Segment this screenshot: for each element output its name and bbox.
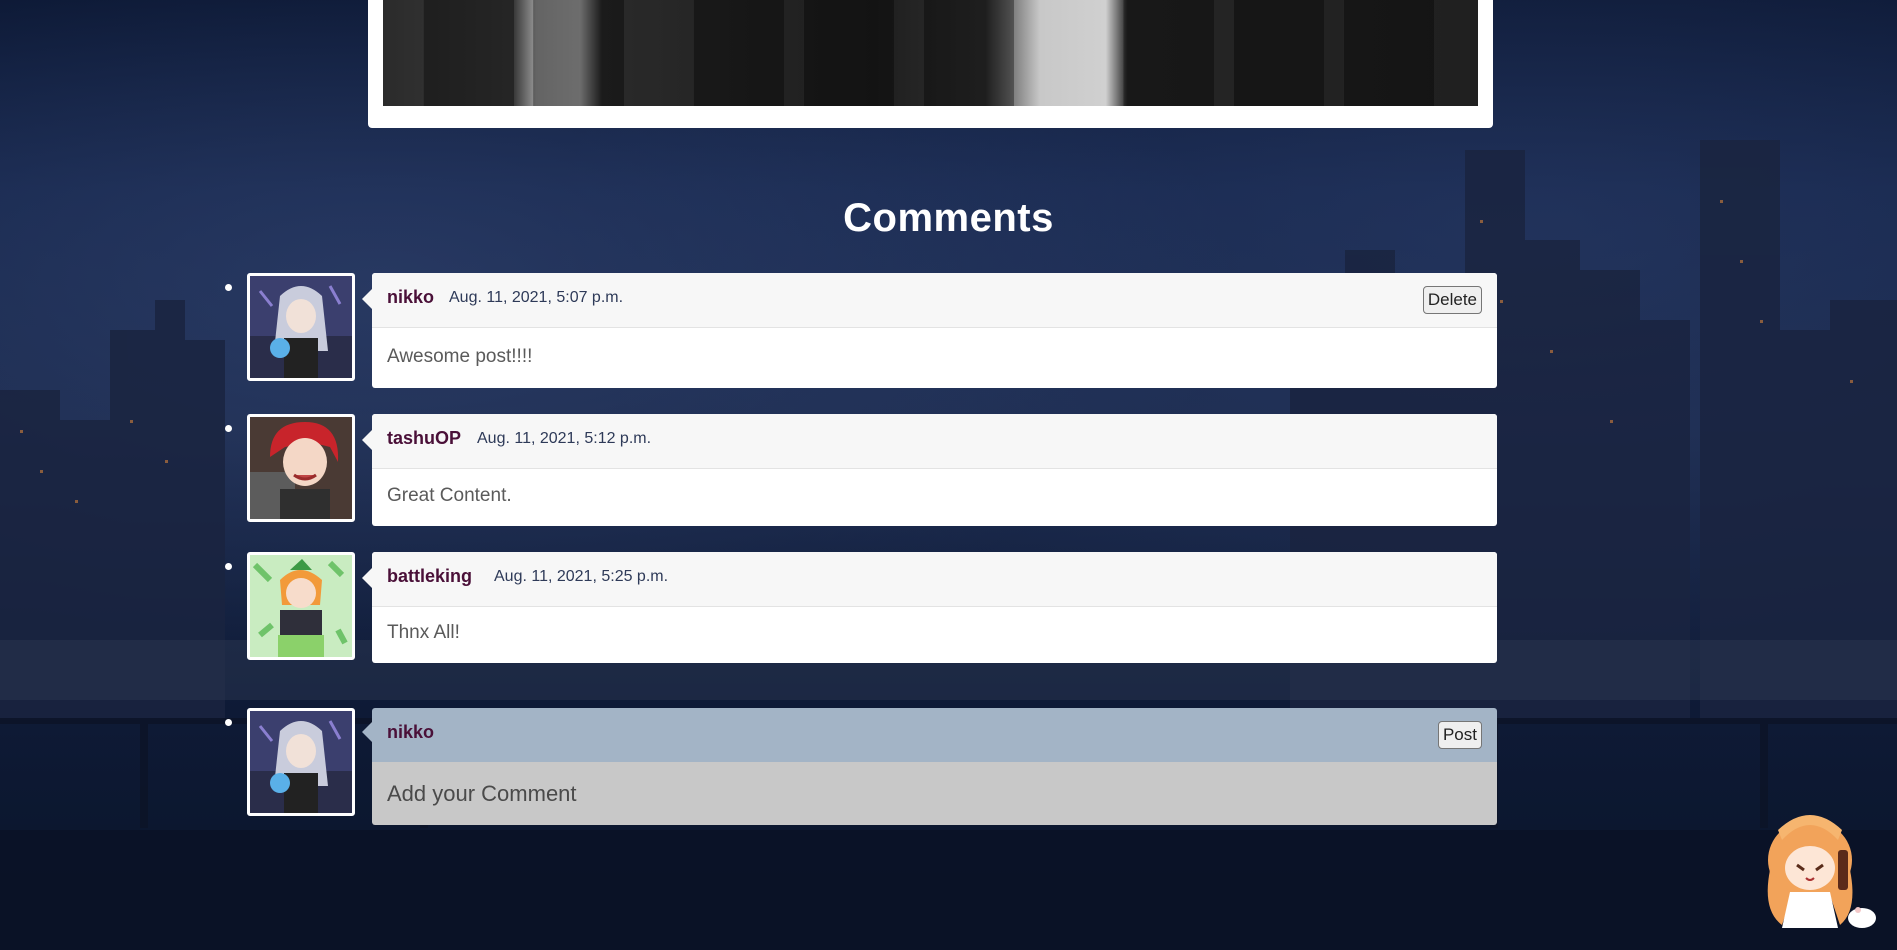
avatar [247,708,355,816]
comment-input[interactable] [372,762,1497,825]
comment-text: Awesome post!!!! [387,346,533,367]
comments-heading: Comments [843,196,1054,240]
delete-button[interactable]: Delete [1422,286,1482,314]
comment-timestamp: Aug. 11, 2021, 5:07 p.m. [449,289,624,306]
comment-form-username[interactable]: nikko [387,722,434,743]
comment-body: Thnx All! [372,607,1497,663]
comment-timestamp: Aug. 11, 2021, 5:12 p.m. [477,430,652,447]
comment-form-header: nikko Post [372,708,1497,762]
list-bullet [225,425,232,432]
mascot-image [1767,815,1876,928]
comment-header: battleking Aug. 11, 2021, 5:25 p.m. [372,552,1497,607]
comment-form-body [372,762,1497,825]
list-bullet [225,284,232,291]
list-bullet [225,563,232,570]
post-image-frame [368,0,1493,128]
comment-form: nikko Post [362,708,1497,825]
comment-body: Awesome post!!!! [372,328,1497,388]
avatar [247,273,355,381]
comment-card: battleking Aug. 11, 2021, 5:25 p.m. Thnx… [362,552,1497,663]
avatar [247,552,355,660]
comment-username[interactable]: nikko [387,287,434,308]
comment-text: Thnx All! [387,622,460,643]
comment-text: Great Content. [387,485,512,506]
post-image [383,0,1478,106]
comment-timestamp: Aug. 11, 2021, 5:25 p.m. [494,568,669,585]
avatar [247,414,355,522]
comment-body: Great Content. [372,469,1497,526]
list-bullet [225,719,232,726]
comment-username[interactable]: battleking [387,566,472,587]
comment-header: nikko Aug. 11, 2021, 5:07 p.m. Delete [372,273,1497,328]
comment-card: nikko Aug. 11, 2021, 5:07 p.m. Delete Aw… [362,273,1497,388]
comment-card: tashuOP Aug. 11, 2021, 5:12 p.m. Great C… [362,414,1497,526]
comment-username[interactable]: tashuOP [387,428,461,449]
comment-header: tashuOP Aug. 11, 2021, 5:12 p.m. [372,414,1497,469]
post-button[interactable]: Post [1437,721,1482,749]
